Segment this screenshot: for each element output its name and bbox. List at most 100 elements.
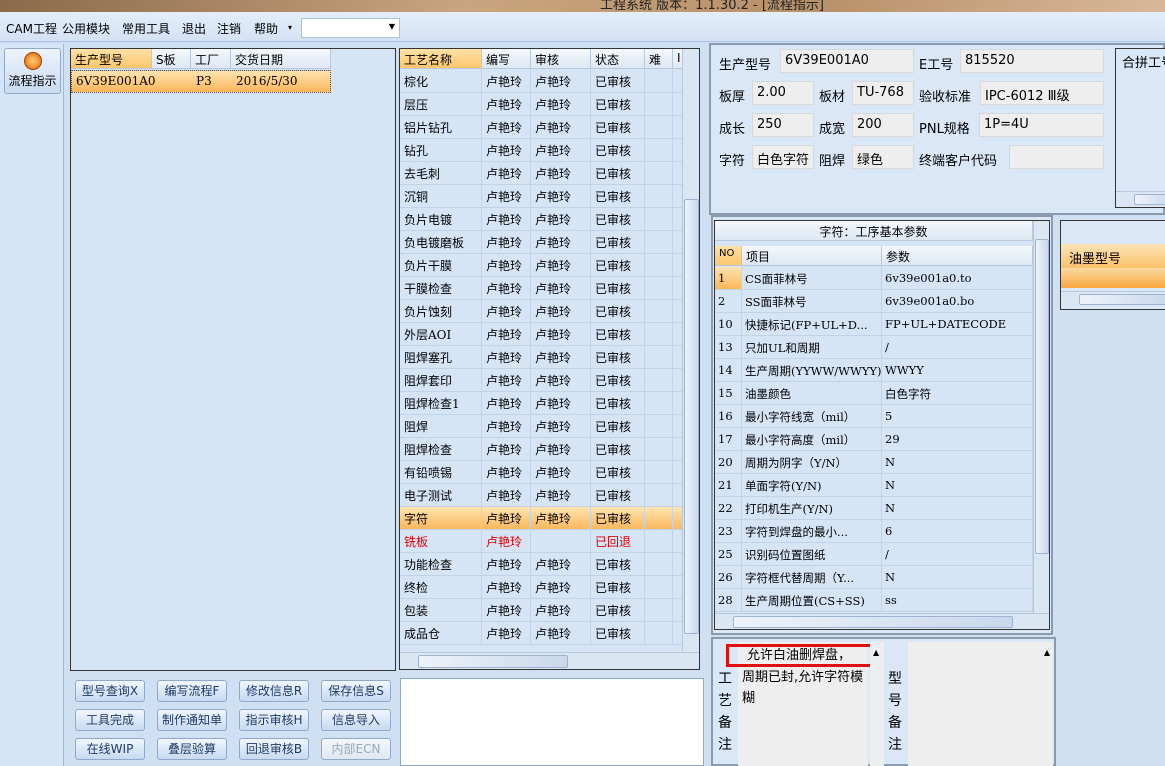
table-row[interactable]: 沉铜 卢艳玲 卢艳玲 已审核 bbox=[400, 185, 683, 208]
table-row[interactable]: 外层AOI 卢艳玲 卢艳玲 已审核 bbox=[400, 323, 683, 346]
ink-row[interactable] bbox=[1061, 268, 1165, 288]
flow-guide-nav-button[interactable]: 流程指示 bbox=[4, 48, 61, 94]
help-dropdown-icon[interactable]: ▾ bbox=[288, 23, 292, 32]
process-note-scrollbar[interactable]: ▲ bbox=[870, 642, 884, 766]
table-row[interactable]: 15 油墨颜色 白色字符 bbox=[715, 382, 1033, 405]
col-param[interactable]: 参数 bbox=[882, 246, 1033, 266]
table-row[interactable]: 包装 卢艳玲 卢艳玲 已审核 bbox=[400, 599, 683, 622]
width-field[interactable]: 200 bbox=[852, 113, 914, 137]
model-note-field[interactable]: ▲ bbox=[908, 642, 1053, 766]
col-delivery-date[interactable]: 交货日期 bbox=[231, 49, 331, 69]
table-row[interactable]: 阻焊 卢艳玲 卢艳玲 已审核 bbox=[400, 415, 683, 438]
params-vertical-scrollbar[interactable] bbox=[1033, 221, 1049, 613]
mask-field[interactable]: 绿色 bbox=[852, 145, 914, 169]
online-wip-button[interactable]: 在线WIP bbox=[75, 738, 145, 760]
table-row[interactable]: 10 快捷标记(FP+UL+D... FP+UL+DATECODE bbox=[715, 313, 1033, 336]
table-row[interactable]: 负片电镀 卢艳玲 卢艳玲 已审核 bbox=[400, 208, 683, 231]
guide-review-button[interactable]: 指示审核H bbox=[239, 709, 309, 731]
table-row[interactable]: 终检 卢艳玲 卢艳玲 已审核 bbox=[400, 576, 683, 599]
col-writer[interactable]: 编写 bbox=[482, 49, 531, 69]
ink-model-header[interactable]: 油墨型号 bbox=[1061, 244, 1165, 268]
merge-scrollbar[interactable] bbox=[1116, 191, 1165, 207]
menu-public-modules[interactable]: 公用模块 bbox=[62, 20, 110, 37]
model-query-button[interactable]: 型号查询X bbox=[75, 680, 145, 702]
menu-combo-box[interactable]: ▼ bbox=[301, 18, 400, 38]
table-row[interactable]: 16 最小字符线宽（mil） 5 bbox=[715, 405, 1033, 428]
menu-help[interactable]: 帮助 bbox=[254, 20, 278, 37]
table-row[interactable]: 阻焊套印 卢艳玲 卢艳玲 已审核 bbox=[400, 369, 683, 392]
table-row[interactable]: 25 识别码位置图纸 / bbox=[715, 543, 1033, 566]
table-row[interactable]: 负电镀磨板 卢艳玲 卢艳玲 已审核 bbox=[400, 231, 683, 254]
table-row[interactable]: 26 字符框代替周期（Y... N bbox=[715, 566, 1033, 589]
pnl-field[interactable]: 1P=4U bbox=[979, 113, 1104, 137]
table-row[interactable]: 功能检查 卢艳玲 卢艳玲 已审核 bbox=[400, 553, 683, 576]
col-difficulty[interactable]: 难 bbox=[645, 49, 673, 69]
ink-scrollbar[interactable] bbox=[1061, 291, 1165, 307]
table-row[interactable]: 成品仓 卢艳玲 卢艳玲 已审核 bbox=[400, 622, 683, 645]
standard-field[interactable]: IPC-6012 Ⅲ级 bbox=[980, 81, 1104, 105]
modify-info-button[interactable]: 修改信息R bbox=[239, 680, 309, 702]
table-row[interactable]: 铝片钻孔 卢艳玲 卢艳玲 已审核 bbox=[400, 116, 683, 139]
table-row[interactable]: 负片蚀刻 卢艳玲 卢艳玲 已审核 bbox=[400, 300, 683, 323]
length-field[interactable]: 250 bbox=[752, 113, 814, 137]
table-row[interactable]: 阻焊检查 卢艳玲 卢艳玲 已审核 bbox=[400, 438, 683, 461]
internal-ecn-button[interactable]: 内部ECN bbox=[321, 738, 391, 760]
param-cell: 白色字符 bbox=[882, 382, 1033, 405]
mask-label: 阻焊 bbox=[819, 154, 846, 169]
params-horizontal-scrollbar[interactable] bbox=[715, 613, 1049, 629]
save-info-button[interactable]: 保存信息S bbox=[321, 680, 391, 702]
table-row[interactable]: 干膜检查 卢艳玲 卢艳玲 已审核 bbox=[400, 277, 683, 300]
writer-cell: 卢艳玲 bbox=[482, 93, 531, 116]
col-s-board[interactable]: S板 bbox=[152, 49, 191, 69]
col-item[interactable]: 项目 bbox=[742, 246, 882, 266]
process-vertical-scrollbar[interactable] bbox=[682, 49, 699, 652]
rollback-review-button[interactable]: 回退审核B bbox=[239, 738, 309, 760]
customer-code-field[interactable] bbox=[1009, 145, 1104, 169]
table-row[interactable]: 2 SS面菲林号 6v39e001a0.bo bbox=[715, 290, 1033, 313]
table-row[interactable]: 有铅喷锡 卢艳玲 卢艳玲 已审核 bbox=[400, 461, 683, 484]
table-row[interactable]: 20 周期为阴字（Y/N） N bbox=[715, 451, 1033, 474]
table-row[interactable]: 17 最小字符高度（mil） 29 bbox=[715, 428, 1033, 451]
table-row[interactable]: 电子测试 卢艳玲 卢艳玲 已审核 bbox=[400, 484, 683, 507]
table-row[interactable]: 23 字符到焊盘的最小... 6 bbox=[715, 520, 1033, 543]
model-field[interactable]: 6V39E001A0 bbox=[780, 49, 914, 73]
menu-exit[interactable]: 退出 bbox=[182, 20, 206, 37]
tool-complete-button[interactable]: 工具完成 bbox=[75, 709, 145, 731]
col-reviewer[interactable]: 审核 bbox=[531, 49, 591, 69]
col-model[interactable]: 生产型号 bbox=[71, 49, 152, 69]
col-no[interactable]: NO bbox=[715, 246, 742, 266]
table-row[interactable]: 14 生产周期(YYWW/WWYY) WWYY bbox=[715, 359, 1033, 382]
message-box[interactable] bbox=[400, 678, 704, 766]
table-row[interactable]: 阻焊塞孔 卢艳玲 卢艳玲 已审核 bbox=[400, 346, 683, 369]
col-status[interactable]: 状态 bbox=[591, 49, 645, 69]
col-factory[interactable]: 工厂 bbox=[191, 49, 231, 69]
char-field[interactable]: 白色字符 bbox=[752, 145, 814, 169]
table-row[interactable]: 21 单面字符(Y/N) N bbox=[715, 474, 1033, 497]
menu-cam[interactable]: CAM工程 bbox=[6, 20, 57, 37]
table-row[interactable]: 22 打印机生产(Y/N) N bbox=[715, 497, 1033, 520]
write-flow-button[interactable]: 编写流程F bbox=[157, 680, 227, 702]
table-row[interactable]: 层压 卢艳玲 卢艳玲 已审核 bbox=[400, 93, 683, 116]
material-field[interactable]: TU-768 bbox=[852, 81, 914, 105]
thickness-field[interactable]: 2.00 bbox=[752, 81, 814, 105]
make-notice-button[interactable]: 制作通知单 bbox=[157, 709, 227, 731]
table-row[interactable]: 钻孔 卢艳玲 卢艳玲 已审核 bbox=[400, 139, 683, 162]
table-row[interactable]: 棕化 卢艳玲 卢艳玲 已审核 bbox=[400, 70, 683, 93]
table-row[interactable]: 字符 卢艳玲 卢艳玲 已审核 bbox=[400, 507, 683, 530]
stackup-calc-button[interactable]: 叠层验算 bbox=[157, 738, 227, 760]
table-row[interactable]: 铣板 卢艳玲 已回退 bbox=[400, 530, 683, 553]
process-note-field[interactable]: 允许白油删焊盘， 周期已封,允许字符模糊 bbox=[726, 642, 874, 766]
table-row[interactable]: 阻焊检查1 卢艳玲 卢艳玲 已审核 bbox=[400, 392, 683, 415]
table-row[interactable]: 去毛刺 卢艳玲 卢艳玲 已审核 bbox=[400, 162, 683, 185]
table-row[interactable]: 6V39E001A0 P3 2016/5/30 bbox=[71, 70, 331, 93]
process-horizontal-scrollbar[interactable] bbox=[400, 652, 699, 669]
table-row[interactable]: 1 CS面菲林号 6v39e001a0.to bbox=[715, 267, 1033, 290]
table-row[interactable]: 13 只加UL和周期 / bbox=[715, 336, 1033, 359]
menu-common-tools[interactable]: 常用工具 bbox=[122, 20, 170, 37]
info-import-button[interactable]: 信息导入 bbox=[321, 709, 391, 731]
e-field[interactable]: 815520 bbox=[960, 49, 1104, 73]
menu-logout[interactable]: 注销 bbox=[217, 20, 241, 37]
table-row[interactable]: 28 生产周期位置(CS+SS) ss bbox=[715, 589, 1033, 612]
table-row[interactable]: 负片干膜 卢艳玲 卢艳玲 已审核 bbox=[400, 254, 683, 277]
col-process-name[interactable]: 工艺名称 bbox=[400, 49, 482, 69]
